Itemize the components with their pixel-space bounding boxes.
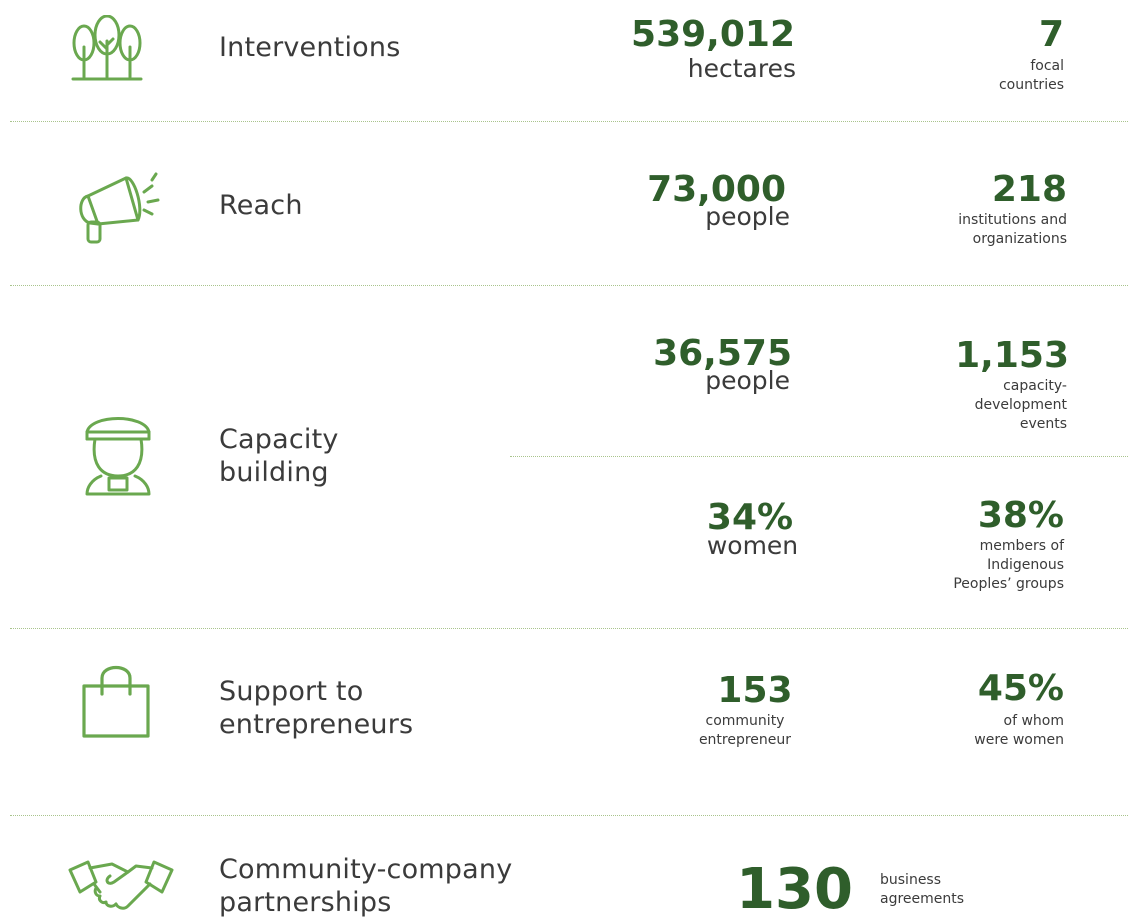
trees-icon xyxy=(70,15,144,83)
stat-value-agreements: 130 xyxy=(736,857,853,922)
row-label-partnerships: Community-company partnerships xyxy=(219,854,513,918)
stat-unit-people-reach: people xyxy=(705,202,790,231)
stat-desc-entrepreneurs: community entrepreneur xyxy=(698,713,792,748)
stat-unit-people-trained: people xyxy=(705,366,790,395)
stat-unit-hectares: hectares xyxy=(687,54,796,83)
subrow-divider xyxy=(510,456,1128,457)
stat-desc-events: capacity- development events xyxy=(974,378,1067,432)
row-label-reach: Reach xyxy=(219,190,303,221)
stat-value-events: 1,153 xyxy=(955,335,1069,376)
handshake-icon xyxy=(66,856,176,916)
stat-value-entrepreneurs: 153 xyxy=(717,670,793,711)
row-divider xyxy=(10,628,1128,629)
stat-desc-institutions: institutions and organizations xyxy=(958,212,1067,247)
row-label-capacity-building: Capacity building xyxy=(219,424,339,488)
stat-value-indigenous-share: 38% xyxy=(977,495,1064,536)
stat-value-focal-countries: 7 xyxy=(1038,14,1064,55)
row-divider xyxy=(10,121,1128,122)
stat-value-institutions: 218 xyxy=(991,169,1067,210)
stat-unit-women-share: women xyxy=(706,531,799,560)
row-label-interventions: Interventions xyxy=(219,32,401,63)
shopping-bag-icon xyxy=(80,660,152,740)
megaphone-icon xyxy=(68,168,172,246)
stat-desc-indigenous-share: members of Indigenous Peoples’ groups xyxy=(953,538,1064,592)
stat-value-women-entrepreneurs: 45% xyxy=(977,668,1064,709)
stat-desc-focal-countries: focal countries xyxy=(998,58,1064,93)
stat-desc-agreements: business agreements xyxy=(880,872,965,907)
row-divider xyxy=(10,815,1128,816)
row-divider xyxy=(10,285,1128,286)
stat-value-hectares: 539,012 xyxy=(631,14,795,55)
row-label-entrepreneurs: Support to entrepreneurs xyxy=(219,676,414,740)
graduate-icon xyxy=(79,408,157,498)
stat-desc-women-entrepreneurs: of whom were women xyxy=(974,713,1064,748)
